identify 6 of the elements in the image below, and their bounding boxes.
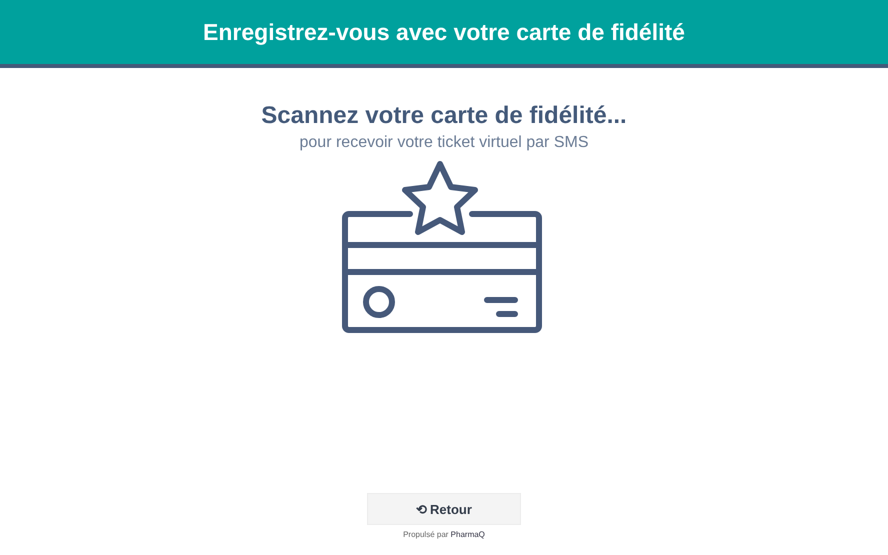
header-title: Enregistrez-vous avec votre carte de fidélité — [203, 18, 685, 46]
scan-title: Scannez votre carte de fidélité... — [261, 102, 627, 130]
loyalty-card-star-icon — [342, 161, 542, 333]
scan-subtitle: pour recevoir votre ticket virtuel par SMS — [300, 134, 588, 152]
powered-by-text: Propulsé par PharmaQ — [403, 530, 485, 539]
back-button[interactable]: ⟲ Retour — [367, 493, 521, 525]
